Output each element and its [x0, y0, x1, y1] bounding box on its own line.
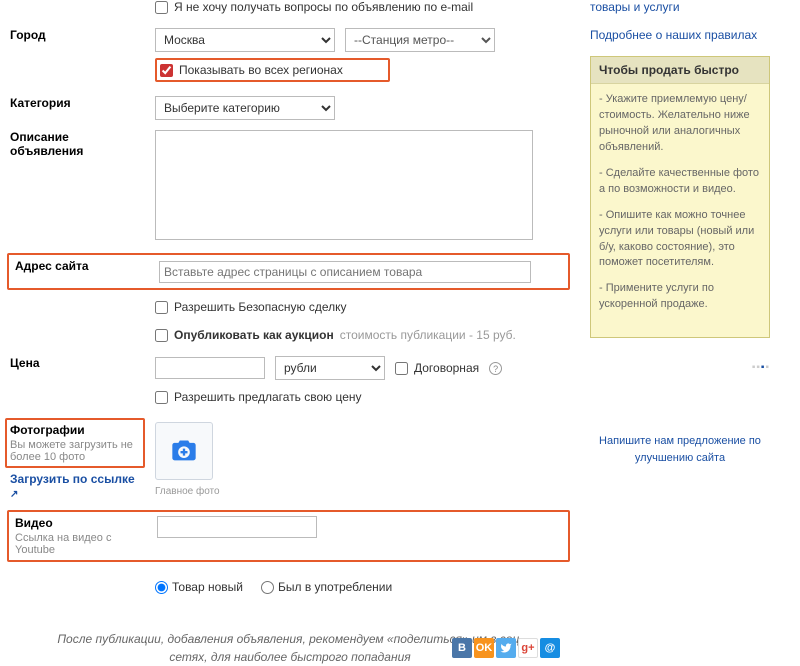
all-regions-row: Показывать во всех регионах [155, 58, 390, 82]
description-label: Описание объявления [10, 130, 155, 243]
city-select[interactable]: Москва [155, 28, 335, 52]
no-email-checkbox[interactable] [155, 1, 168, 14]
all-regions-checkbox[interactable] [160, 64, 173, 77]
safedeal-row: Разрешить Безопасную сделку [155, 300, 570, 314]
upload-by-link[interactable]: Загрузить по ссылке [10, 472, 145, 500]
mailru-icon[interactable]: @ [540, 638, 560, 658]
negotiable-checkbox[interactable] [395, 362, 408, 375]
auction-label: Опубликовать как аукцион [174, 328, 334, 342]
condition-radiogroup: Товар новый Был в употреблении [155, 580, 570, 594]
tip-2: - Сделайте качественные фото а по возмож… [599, 166, 761, 198]
tip-3: - Опишите как можно точнее услуги или то… [599, 208, 761, 272]
vk-icon[interactable]: B [452, 638, 472, 658]
siteurl-label: Адрес сайта [12, 259, 157, 285]
condition-used-label: Был в употреблении [278, 580, 392, 594]
category-select[interactable]: Выберите категорию [155, 96, 335, 120]
condition-used-radio[interactable] [261, 581, 274, 594]
side-link-goods[interactable]: товары и услуги [590, 0, 770, 14]
video-hint: Ссылка на видео с Youtube [15, 532, 147, 556]
auction-cost: стоимость публикации - 15 руб. [340, 328, 516, 342]
side-link-rules[interactable]: Подробнее о наших правилах [590, 28, 770, 42]
safedeal-label: Разрешить Безопасную сделку [174, 300, 347, 314]
help-icon[interactable]: ? [489, 362, 502, 375]
photos-hint: Вы можете загрузить не более 10 фото [10, 439, 140, 463]
photos-label: Фотографии [10, 423, 85, 437]
ok-icon[interactable]: OK [474, 638, 494, 658]
pager-dots[interactable]: ▪▪▪▪ [590, 362, 770, 373]
camera-plus-icon [170, 437, 198, 465]
negotiable-label: Договорная [414, 361, 479, 375]
video-input[interactable] [157, 516, 317, 538]
condition-new-label: Товар новый [172, 580, 243, 594]
category-label: Категория [10, 96, 155, 120]
main-photo-caption: Главное фото [155, 486, 570, 497]
no-email-checkbox-row: Я не хочу получать вопросы по объявлению… [155, 0, 570, 14]
offerprice-checkbox[interactable] [155, 391, 168, 404]
twitter-icon[interactable] [496, 638, 516, 658]
condition-new-radio[interactable] [155, 581, 168, 594]
city-label: Город [10, 28, 155, 86]
offerprice-row: Разрешить предлагать свою цену [155, 390, 570, 404]
description-textarea[interactable] [155, 130, 533, 240]
auction-checkbox[interactable] [155, 329, 168, 342]
currency-select[interactable]: рубли [275, 356, 385, 380]
photo-upload-button[interactable] [155, 422, 213, 480]
tip-4: - Примените услуги по ускоренной продаже… [599, 281, 761, 313]
video-label: Видео [15, 516, 53, 530]
siteurl-input[interactable] [159, 261, 531, 283]
tip-1: - Укажите приемлемую цену/стоимость. Жел… [599, 92, 761, 156]
price-input[interactable] [155, 357, 265, 379]
no-email-label: Я не хочу получать вопросы по объявлению… [174, 0, 473, 14]
price-label: Цена [10, 356, 155, 380]
safedeal-checkbox[interactable] [155, 301, 168, 314]
gplus-icon[interactable]: g+ [518, 638, 538, 658]
all-regions-label: Показывать во всех регионах [179, 63, 343, 77]
feedback-link[interactable]: Напишите нам предложение по улучшению са… [590, 433, 770, 466]
metro-select[interactable]: --Станция метро-- [345, 28, 495, 52]
offerprice-label: Разрешить предлагать свою цену [174, 390, 362, 404]
tips-box-title: Чтобы продать быстро [591, 57, 769, 84]
auction-row: Опубликовать как аукцион стоимость публи… [155, 328, 570, 342]
tips-box: Чтобы продать быстро - Укажите приемлему… [590, 56, 770, 338]
